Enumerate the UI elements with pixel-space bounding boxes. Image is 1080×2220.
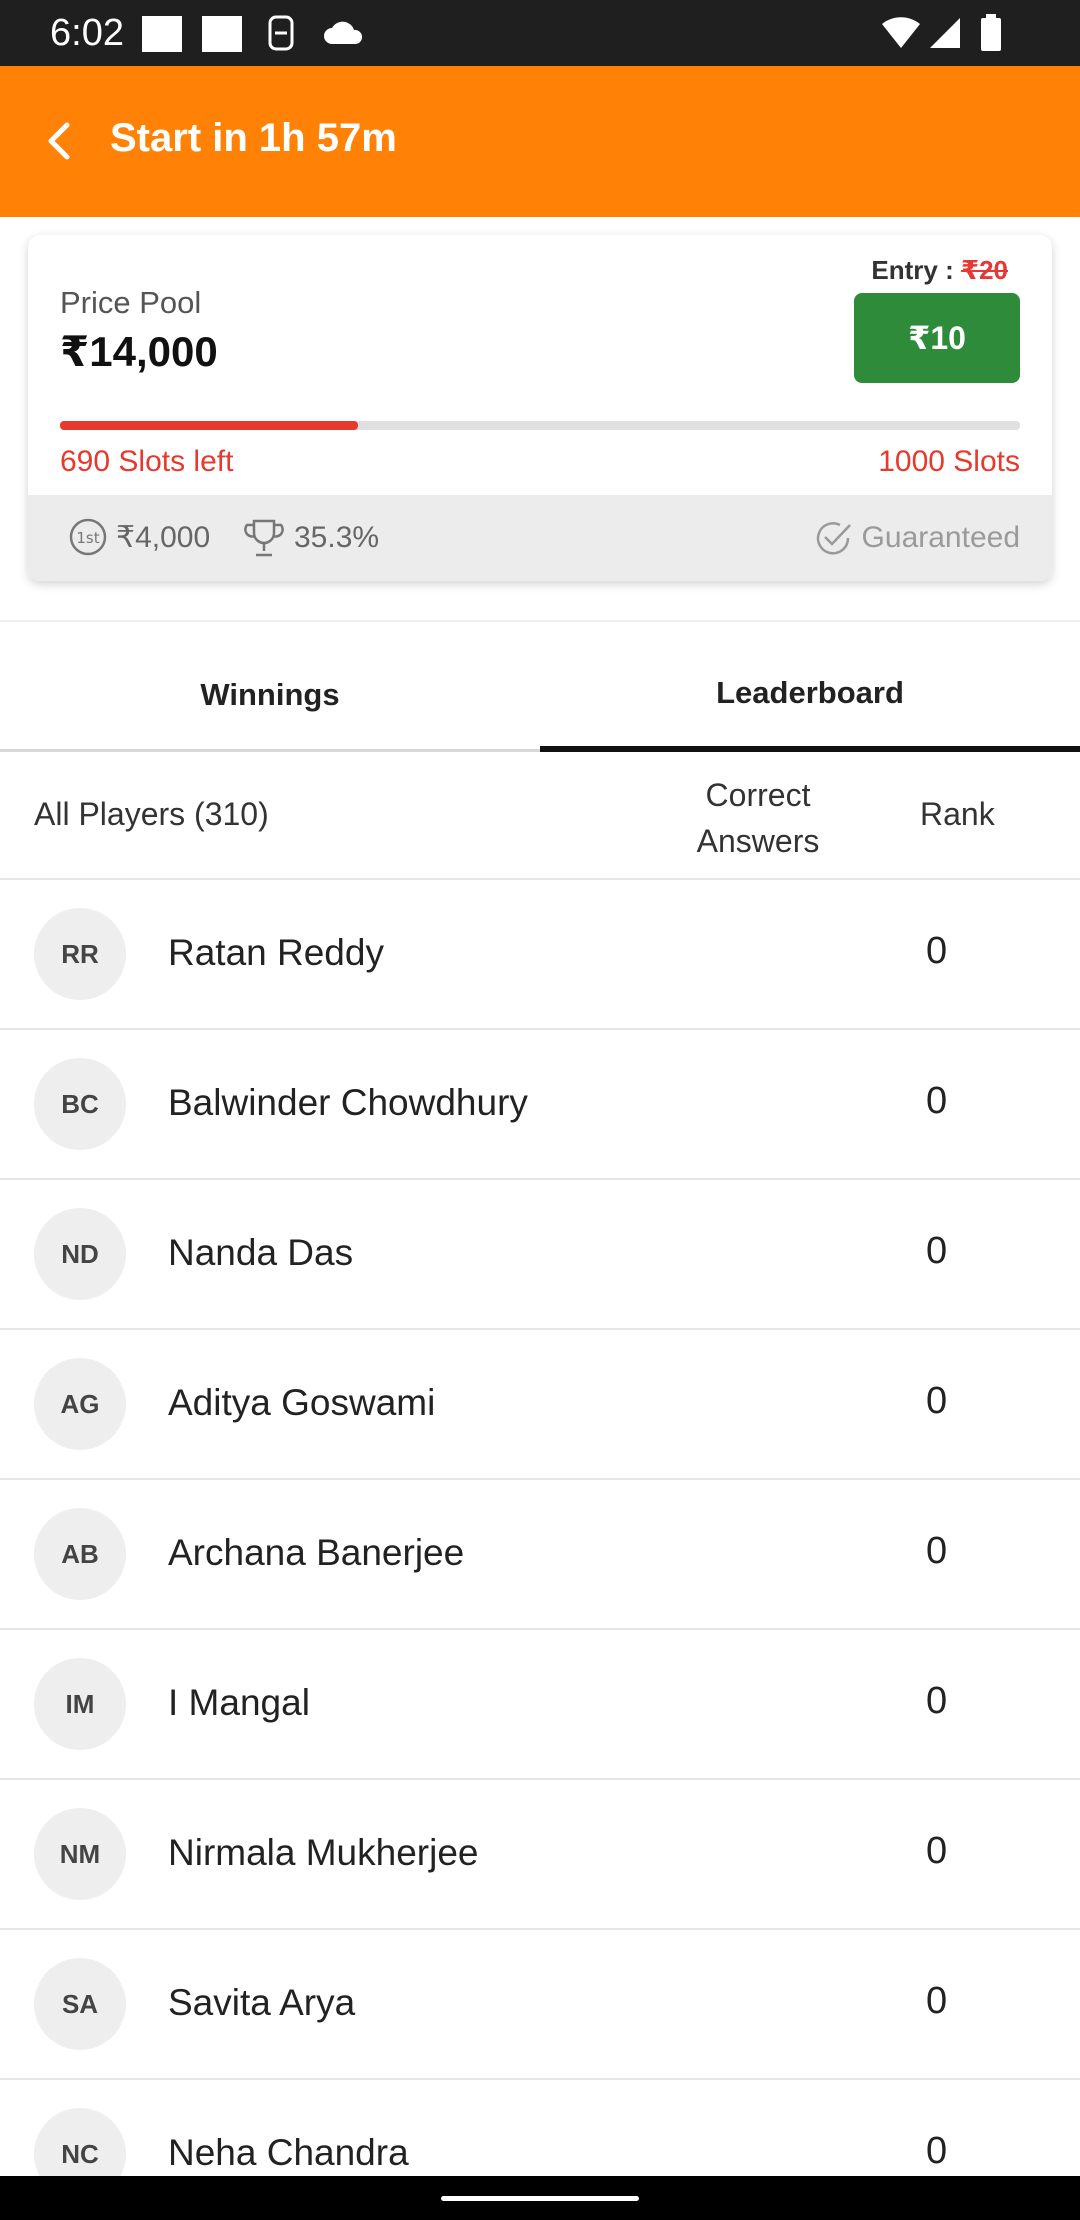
guaranteed-label: Guaranteed <box>861 521 1020 554</box>
rank-header: Rank <box>920 796 995 832</box>
win-percentage: 35.3% <box>242 517 379 559</box>
player-name: Archana Banerjee <box>168 1532 465 1573</box>
table-row[interactable]: SA Savita Arya 0 <box>0 1930 1080 2080</box>
table-row[interactable]: AG Aditya Goswami 0 <box>0 1330 1080 1480</box>
slots-left: 690 Slots left <box>60 445 234 478</box>
section-divider <box>0 620 1080 622</box>
avatar: AB <box>34 1508 126 1600</box>
table-row[interactable]: RR Ratan Reddy 0 <box>0 880 1080 1030</box>
player-name: Nirmala Mukherjee <box>168 1832 479 1873</box>
system-nav-bar <box>0 2176 1080 2220</box>
entry-original-price: ₹20 <box>960 255 1008 285</box>
table-row[interactable]: BC Balwinder Chowdhury 0 <box>0 1030 1080 1180</box>
entry-fee-label: Entry : ₹20 <box>871 255 1008 286</box>
slots-progress-fill <box>60 421 358 430</box>
notification-icon <box>202 16 242 52</box>
player-rank: 0 <box>926 1980 948 2022</box>
player-name: Balwinder Chowdhury <box>168 1082 528 1123</box>
table-row[interactable]: NM Nirmala Mukherjee 0 <box>0 1780 1080 1930</box>
notification-icon <box>142 16 182 52</box>
avatar: IM <box>34 1658 126 1750</box>
player-name: Ratan Reddy <box>168 932 384 973</box>
avatar: AG <box>34 1358 126 1450</box>
player-name: Nanda Das <box>168 1232 354 1273</box>
contest-card: Price Pool ₹14,000 Entry : ₹20 ₹10 690 S… <box>28 235 1052 581</box>
table-row[interactable]: ND Nanda Das 0 <box>0 1180 1080 1330</box>
player-rank: 0 <box>926 1380 948 1422</box>
all-players-header: All Players (310) <box>34 796 269 832</box>
cloud-icon <box>324 21 363 44</box>
player-rank: 0 <box>926 1080 948 1122</box>
avatar: BC <box>34 1058 126 1150</box>
player-rank: 0 <box>926 1830 948 1872</box>
slots-total: 1000 Slots <box>878 445 1020 478</box>
table-row[interactable]: AB Archana Banerjee 0 <box>0 1480 1080 1630</box>
first-prize-amount: ₹4,000 <box>116 520 211 554</box>
page-title: Start in 1h 57m <box>110 116 397 160</box>
battery-icon <box>981 14 1001 51</box>
win-percentage-value: 35.3% <box>294 521 380 554</box>
leaderboard-header: All Players (310) Correct Answers Rank <box>0 752 1080 880</box>
player-name: Neha Chandra <box>168 2132 409 2173</box>
player-rank: 0 <box>926 1230 948 1272</box>
player-name: I Mangal <box>168 1682 310 1723</box>
back-button[interactable] <box>30 111 90 171</box>
status-bar: 6:02 <box>0 0 1080 66</box>
entry-label: Entry : <box>871 255 961 285</box>
signal-icon <box>930 18 960 48</box>
first-prize: 1st ₹4,000 <box>68 517 210 557</box>
sim-icon <box>268 15 294 51</box>
guaranteed-badge: Guaranteed <box>812 517 1020 559</box>
player-name: Aditya Goswami <box>168 1382 436 1423</box>
wifi-icon <box>882 17 920 48</box>
tab-leaderboard[interactable]: Leaderboard <box>540 640 1080 752</box>
status-time: 6:02 <box>50 12 124 54</box>
join-entry-button[interactable]: ₹10 <box>854 293 1020 383</box>
player-rank: 0 <box>926 1530 948 1572</box>
check-circle-icon <box>816 522 851 555</box>
tab-winnings[interactable]: Winnings <box>0 640 540 752</box>
leaderboard-list: RR Ratan Reddy 0 BC Balwinder Chowdhury … <box>0 880 1080 2220</box>
avatar: NM <box>34 1808 126 1900</box>
prize-pool-label: Price Pool <box>60 285 202 320</box>
table-row[interactable]: IM I Mangal 0 <box>0 1630 1080 1780</box>
player-rank: 0 <box>926 2130 948 2172</box>
tab-bar: Winnings Leaderboard <box>0 640 1080 752</box>
back-arrow-icon <box>48 122 70 160</box>
player-name: Savita Arya <box>168 1982 356 2023</box>
trophy-icon <box>244 519 284 557</box>
prize-pool-amount: ₹14,000 <box>60 328 218 375</box>
home-gesture-handle[interactable] <box>441 2196 639 2201</box>
svg-text:1st: 1st <box>76 529 99 547</box>
slots-progress-bar <box>60 421 1020 430</box>
avatar: SA <box>34 1958 126 2050</box>
avatar: RR <box>34 908 126 1000</box>
player-rank: 0 <box>926 930 948 972</box>
player-rank: 0 <box>926 1680 948 1722</box>
avatar: ND <box>34 1208 126 1300</box>
first-prize-icon: 1st <box>69 518 107 556</box>
correct-answers-header: Correct Answers <box>696 777 820 859</box>
card-footer: 1st ₹4,000 35.3% Guaranteed <box>28 495 1052 581</box>
app-bar: Start in 1h 57m <box>0 66 1080 217</box>
